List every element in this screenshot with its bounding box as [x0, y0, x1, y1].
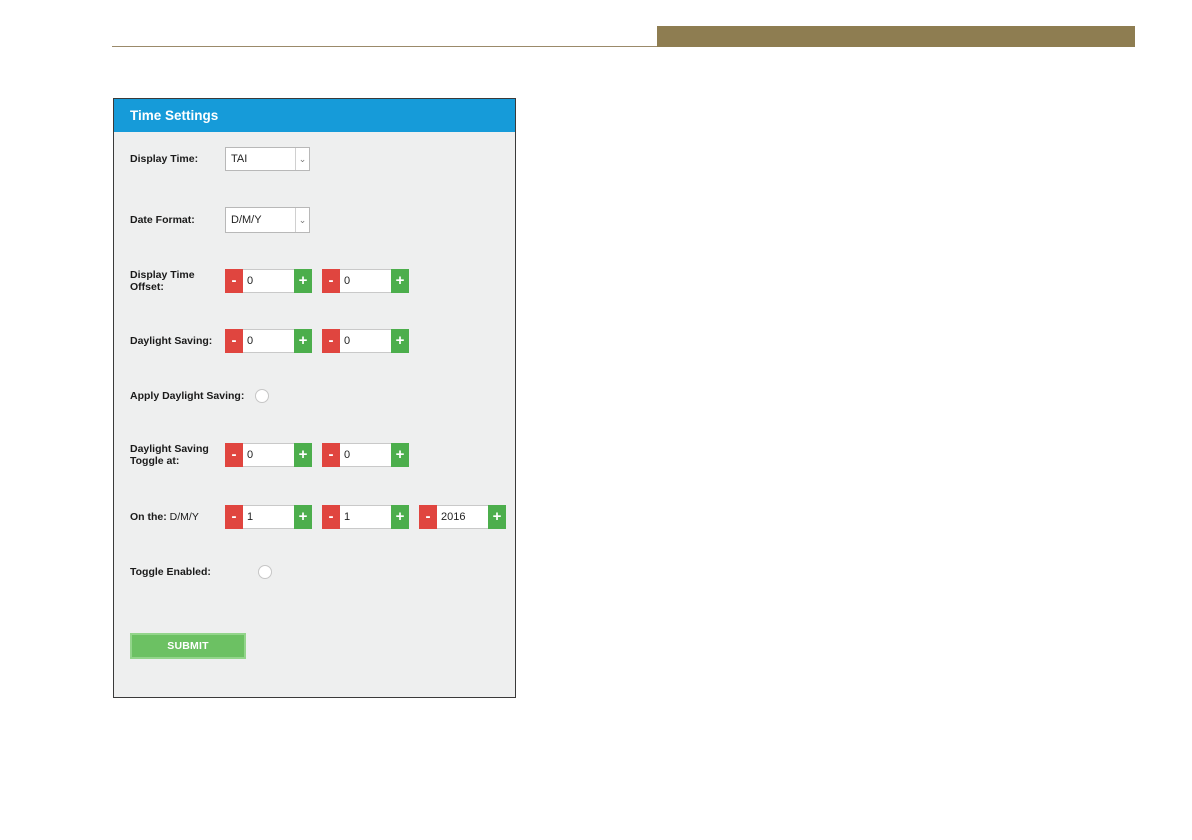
- plus-button[interactable]: +: [294, 269, 312, 293]
- header-bar: [657, 26, 1135, 47]
- plus-button[interactable]: +: [391, 505, 409, 529]
- minus-button[interactable]: -: [322, 329, 340, 353]
- display-time-offset-label-line2: Offset:: [130, 281, 164, 293]
- plus-button[interactable]: +: [391, 329, 409, 353]
- on-the-label: On the: D/M/Y: [130, 511, 225, 523]
- on-the-format: D/M/Y: [169, 511, 199, 523]
- minus-button[interactable]: -: [225, 269, 243, 293]
- chevron-down-icon: ⌄: [295, 208, 309, 232]
- minus-button[interactable]: -: [225, 505, 243, 529]
- plus-button[interactable]: +: [294, 329, 312, 353]
- date-format-label: Date Format:: [130, 214, 195, 226]
- apply-daylight-saving-row: Apply Daylight Saving:: [130, 389, 270, 403]
- toggle-enabled-radio[interactable]: [258, 565, 272, 579]
- panel-title: Time Settings: [114, 99, 515, 132]
- toggle-hours-input[interactable]: 0: [243, 443, 294, 467]
- day-input[interactable]: 1: [243, 505, 294, 529]
- on-the-row: On the: D/M/Y - 1 + - 1 + - 2016 +: [130, 505, 506, 529]
- time-settings-panel: Time Settings Display Time: TAI ⌄ Date F…: [113, 98, 516, 698]
- daylight-saving-minutes-stepper: - 0 +: [322, 329, 409, 353]
- display-time-offset-hours-stepper: - 0 +: [225, 269, 312, 293]
- minus-button[interactable]: -: [225, 443, 243, 467]
- minus-button[interactable]: -: [322, 505, 340, 529]
- daylight-saving-hours-input[interactable]: 0: [243, 329, 294, 353]
- daylight-saving-toggle-label-line1: Daylight Saving: [130, 443, 209, 455]
- display-time-offset-hours-input[interactable]: 0: [243, 269, 294, 293]
- month-input[interactable]: 1: [340, 505, 391, 529]
- toggle-minutes-stepper: - 0 +: [322, 443, 409, 467]
- daylight-saving-toggle-label: Daylight Saving Toggle at:: [130, 443, 225, 467]
- date-format-row: Date Format: D/M/Y ⌄: [130, 207, 310, 233]
- display-time-offset-label: Display Time Offset:: [130, 269, 225, 293]
- apply-daylight-saving-radio[interactable]: [255, 389, 270, 403]
- daylight-saving-toggle-label-line2: Toggle at:: [130, 455, 180, 467]
- toggle-enabled-label: Toggle Enabled:: [130, 566, 211, 578]
- display-time-offset-row: Display Time Offset: - 0 + - 0 +: [130, 269, 419, 293]
- plus-button[interactable]: +: [488, 505, 506, 529]
- daylight-saving-row: Daylight Saving: - 0 + - 0 +: [130, 329, 419, 353]
- minus-button[interactable]: -: [419, 505, 437, 529]
- display-time-select[interactable]: TAI ⌄: [225, 147, 310, 171]
- daylight-saving-hours-stepper: - 0 +: [225, 329, 312, 353]
- display-time-offset-minutes-input[interactable]: 0: [340, 269, 391, 293]
- display-time-offset-minutes-stepper: - 0 +: [322, 269, 409, 293]
- date-format-value: D/M/Y: [231, 214, 262, 226]
- daylight-saving-minutes-input[interactable]: 0: [340, 329, 391, 353]
- day-stepper: - 1 +: [225, 505, 312, 529]
- minus-button[interactable]: -: [225, 329, 243, 353]
- minus-button[interactable]: -: [322, 443, 340, 467]
- minus-button[interactable]: -: [322, 269, 340, 293]
- date-format-select[interactable]: D/M/Y ⌄: [225, 207, 310, 233]
- display-time-value: TAI: [231, 153, 248, 165]
- year-stepper: - 2016 +: [419, 505, 506, 529]
- toggle-hours-stepper: - 0 +: [225, 443, 312, 467]
- daylight-saving-toggle-row: Daylight Saving Toggle at: - 0 + - 0 +: [130, 443, 419, 467]
- month-stepper: - 1 +: [322, 505, 409, 529]
- display-time-offset-label-line1: Display Time: [130, 269, 195, 281]
- display-time-label: Display Time:: [130, 153, 199, 165]
- submit-button[interactable]: SUBMIT: [130, 633, 246, 659]
- apply-daylight-saving-label: Apply Daylight Saving:: [130, 390, 245, 402]
- chevron-down-icon: ⌄: [295, 148, 309, 170]
- plus-button[interactable]: +: [391, 269, 409, 293]
- header-rule: [112, 46, 658, 47]
- plus-button[interactable]: +: [391, 443, 409, 467]
- toggle-minutes-input[interactable]: 0: [340, 443, 391, 467]
- page: Time Settings Display Time: TAI ⌄ Date F…: [0, 0, 1192, 840]
- plus-button[interactable]: +: [294, 443, 312, 467]
- year-input[interactable]: 2016: [437, 505, 488, 529]
- on-the-label-text: On the:: [130, 511, 167, 523]
- toggle-enabled-row: Toggle Enabled:: [130, 565, 272, 579]
- daylight-saving-label: Daylight Saving:: [130, 335, 213, 347]
- display-time-row: Display Time: TAI ⌄: [130, 147, 310, 171]
- plus-button[interactable]: +: [294, 505, 312, 529]
